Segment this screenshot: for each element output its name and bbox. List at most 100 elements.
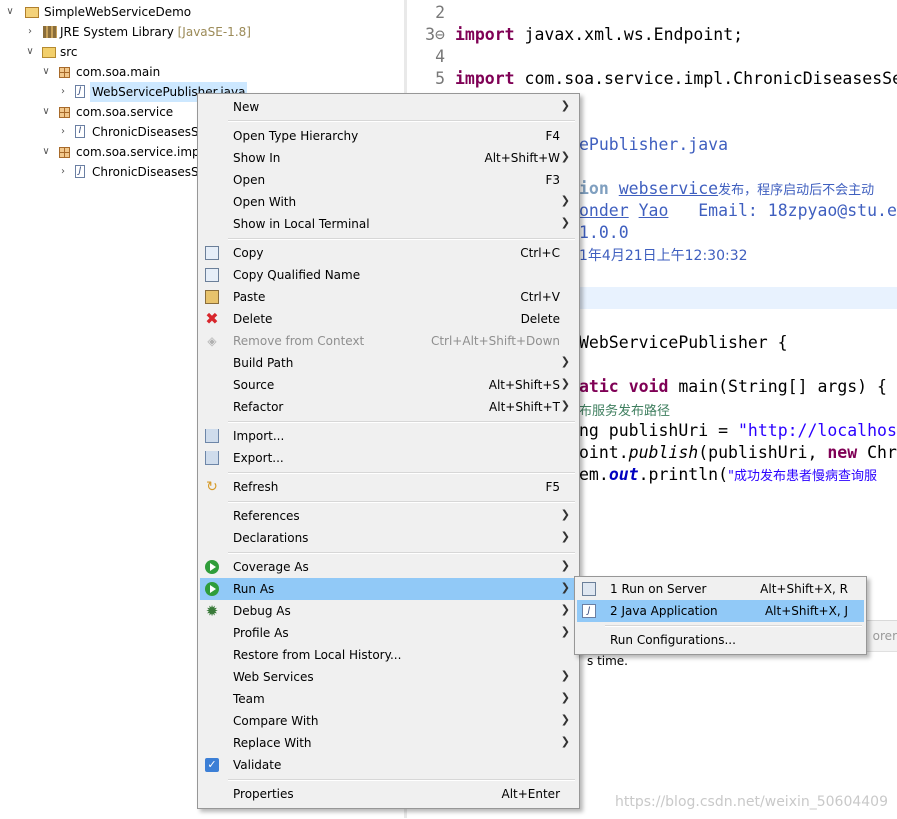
panel-tab-explorer[interactable]: orer: [873, 629, 897, 643]
remove-context-icon: ◈: [207, 334, 217, 348]
submenu-arrow-icon: ❯: [560, 691, 570, 704]
submenu-item-run-on-server[interactable]: 1 Run on Server Alt+Shift+X, R: [577, 578, 864, 600]
menu-item-copy-qualified-name[interactable]: Copy Qualified Name: [200, 264, 577, 286]
debug-bug-icon: ✹: [205, 602, 219, 620]
javadoc-version: 1.0.0: [579, 223, 629, 242]
menu-item-open-type-hierarchy[interactable]: Open Type Hierarchy F4: [200, 125, 577, 147]
expand-twisty-icon[interactable]: ∨: [41, 142, 51, 162]
menu-item-validate[interactable]: ✓ Validate: [200, 754, 577, 776]
tree-node-label: ChronicDiseasesSe: [92, 165, 206, 179]
panel-message: s time.: [587, 654, 628, 668]
expand-twisty-icon[interactable]: ∨: [5, 2, 15, 22]
menu-item-new[interactable]: New ❯: [200, 96, 577, 118]
menu-item-references[interactable]: References ❯: [200, 505, 577, 527]
menu-item-compare-with[interactable]: Compare With ❯: [200, 710, 577, 732]
javadoc-author: onder Yao Email: 18zpyao@stu.e: [579, 201, 897, 220]
tree-node-label: SimpleWebServiceDemo: [44, 5, 192, 19]
delete-icon: ✖: [205, 309, 219, 328]
watermark-text: https://blog.csdn.net/weixin_50604409: [614, 794, 888, 810]
menu-separator: [228, 421, 575, 423]
tree-node-label: com.soa.service: [76, 105, 174, 119]
menu-item-refresh[interactable]: ↻ Refresh F5: [200, 476, 577, 498]
tree-node-label: ChronicDiseasesSe: [92, 125, 206, 139]
menu-item-show-in-local-terminal[interactable]: Show in Local Terminal ❯: [200, 213, 577, 235]
collapse-twisty-icon[interactable]: ›: [58, 122, 68, 142]
coverage-icon: [205, 560, 219, 574]
menu-separator: [228, 472, 575, 474]
line-number: 4: [435, 47, 445, 66]
tree-node-label: src: [60, 45, 78, 59]
submenu-arrow-icon: ❯: [560, 355, 570, 368]
menu-item-refactor[interactable]: Refactor Alt+Shift+T ❯: [200, 396, 577, 418]
paste-icon: [205, 290, 219, 304]
menu-item-paste[interactable]: Paste Ctrl+V: [200, 286, 577, 308]
menu-item-web-services[interactable]: Web Services ❯: [200, 666, 577, 688]
submenu-arrow-icon: ❯: [560, 603, 570, 616]
project-icon: [25, 7, 39, 18]
menu-item-properties[interactable]: Properties Alt+Enter: [200, 783, 577, 805]
context-menu: New ❯ Open Type Hierarchy F4 Show In Alt+Sh…: [197, 93, 580, 809]
menu-item-delete[interactable]: ✖ Delete Delete: [200, 308, 577, 330]
menu-item-copy[interactable]: Copy Ctrl+C: [200, 242, 577, 264]
menu-item-profile-as[interactable]: Profile As ❯: [200, 622, 577, 644]
copy-qualified-icon: [205, 268, 219, 282]
jre-version-label: [JavaSE-1.8]: [177, 25, 251, 39]
validate-check-icon: ✓: [205, 758, 219, 772]
submenu-arrow-icon: ❯: [560, 530, 570, 543]
tree-node-jre-library[interactable]: › JRE System Library [JavaSE-1.8]: [0, 22, 400, 42]
export-icon: [205, 451, 219, 465]
collapse-twisty-icon[interactable]: ›: [25, 22, 35, 42]
expand-twisty-icon[interactable]: ∨: [25, 42, 35, 62]
submenu-item-java-application[interactable]: J2 Java Application Alt+Shift+X, J: [577, 600, 864, 622]
library-icon: [43, 26, 57, 38]
menu-item-coverage-as[interactable]: Coverage As ❯: [200, 556, 577, 578]
code-line-import-service: import com.soa.service.impl.ChronicDisea…: [455, 69, 897, 88]
menu-item-team[interactable]: Team ❯: [200, 688, 577, 710]
tree-node-package-main[interactable]: ∨ com.soa.main: [0, 62, 400, 82]
menu-item-open-with[interactable]: Open With ❯: [200, 191, 577, 213]
menu-item-debug-as[interactable]: ✹ Debug As ❯: [200, 600, 577, 622]
java-interface-icon: I: [75, 125, 85, 138]
menu-item-run-as[interactable]: Run As ❯: [200, 578, 577, 600]
submenu-arrow-icon: ❯: [560, 508, 570, 521]
run-as-submenu: 1 Run on Server Alt+Shift+X, R J2 Java Ap…: [574, 576, 867, 655]
code-line-class: WebServicePublisher {: [579, 333, 788, 352]
code-line-publish: oint.publish(publishUri, new Chr: [579, 443, 897, 462]
menu-separator: [228, 779, 575, 781]
menu-separator: [228, 120, 575, 122]
submenu-item-run-configurations[interactable]: Run Configurations...: [577, 629, 864, 651]
menu-item-source[interactable]: Source Alt+Shift+S ❯: [200, 374, 577, 396]
java-app-icon: J: [582, 604, 596, 618]
menu-item-replace-with[interactable]: Replace With ❯: [200, 732, 577, 754]
code-line-uri: ng publishUri = "http://localhos: [579, 421, 897, 440]
import-icon: [205, 429, 219, 443]
menu-item-build-path[interactable]: Build Path ❯: [200, 352, 577, 374]
menu-item-import[interactable]: Import...: [200, 425, 577, 447]
java-file-icon: J: [75, 165, 85, 178]
line-number: 5: [435, 69, 445, 88]
tree-node-src[interactable]: ∨ src: [0, 42, 400, 62]
javadoc-description: ion webservice发布，程序启动后不会主动: [579, 179, 875, 198]
menu-item-open[interactable]: Open F3: [200, 169, 577, 191]
menu-item-restore-from-local-history[interactable]: Restore from Local History...: [200, 644, 577, 666]
submenu-arrow-icon: ❯: [560, 559, 570, 572]
code-line-import-endpoint: import javax.xml.ws.Endpoint;: [455, 25, 744, 44]
expand-twisty-icon[interactable]: ∨: [41, 102, 51, 122]
tree-node-label: com.soa.main: [76, 65, 161, 79]
menu-item-export[interactable]: Export...: [200, 447, 577, 469]
submenu-arrow-icon: ❯: [560, 99, 570, 112]
server-icon: [582, 582, 596, 596]
refresh-icon: ↻: [206, 479, 218, 495]
submenu-arrow-icon: ❯: [560, 625, 570, 638]
tree-node-project[interactable]: ∨ SimpleWebServiceDemo: [0, 2, 400, 22]
menu-item-declarations[interactable]: Declarations ❯: [200, 527, 577, 549]
menu-item-show-in[interactable]: Show In Alt+Shift+W ❯: [200, 147, 577, 169]
expand-twisty-icon[interactable]: ∨: [41, 62, 51, 82]
collapse-twisty-icon[interactable]: ›: [58, 162, 68, 182]
collapse-twisty-icon[interactable]: ›: [58, 82, 68, 102]
package-icon: [59, 147, 70, 158]
copy-icon: [205, 246, 219, 260]
submenu-arrow-icon: ❯: [560, 581, 570, 594]
package-icon: [59, 107, 70, 118]
menu-separator: [605, 625, 862, 627]
